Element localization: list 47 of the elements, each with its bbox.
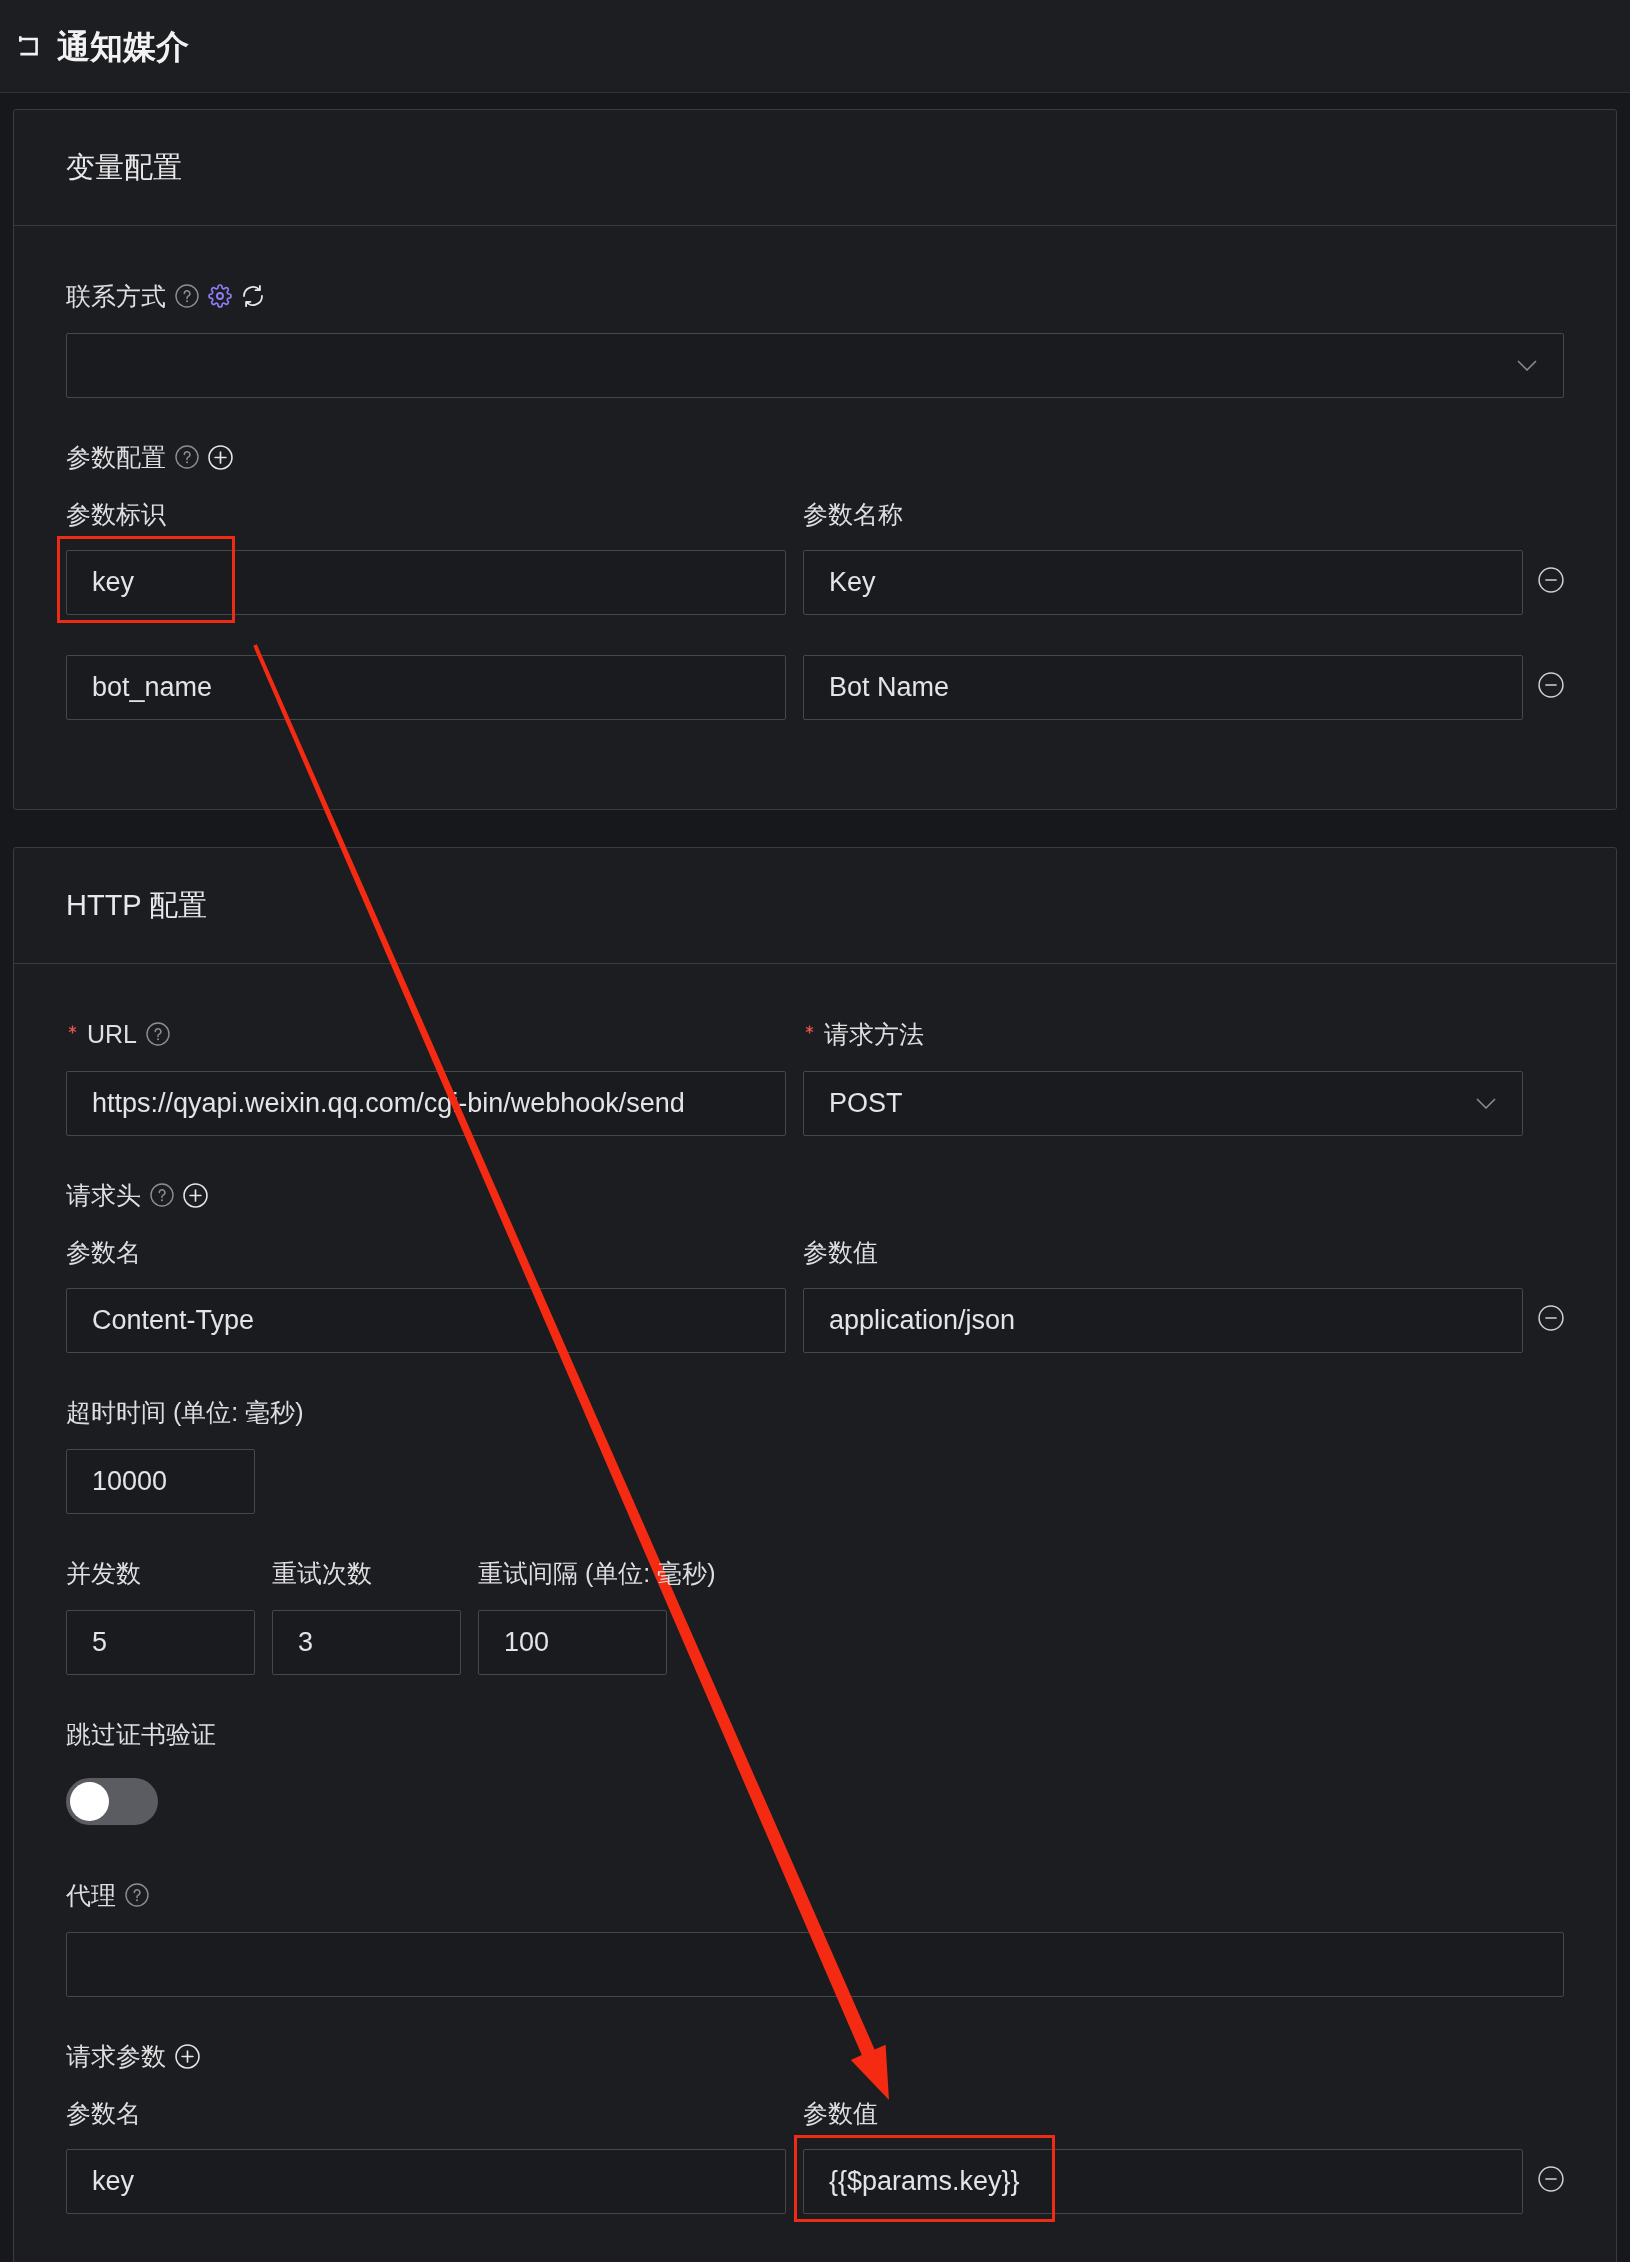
section-title: 变量配置	[66, 153, 182, 182]
field-label: 并发数	[66, 1558, 141, 1588]
field-label: 参数配置	[66, 442, 166, 472]
text-field[interactable]: key	[66, 2149, 786, 2214]
text-field[interactable]: application/json	[803, 1288, 1523, 1353]
text-field[interactable]: bot_name	[66, 655, 786, 720]
add-icon[interactable]	[183, 1182, 208, 1208]
column-label: 参数值	[803, 1237, 879, 1267]
text-field[interactable]: Bot Name	[803, 655, 1523, 720]
field-label: 请求方法	[824, 1019, 924, 1049]
number-field[interactable]: 100	[478, 1610, 667, 1675]
select-field[interactable]: POST	[803, 1071, 1523, 1136]
add-icon[interactable]	[175, 2043, 200, 2069]
field-label: 请求头	[66, 1180, 141, 1210]
section-title: HTTP 配置	[66, 891, 208, 920]
text-field[interactable]	[66, 1932, 1564, 1997]
text-field[interactable]: key	[66, 550, 786, 615]
chevron-down-icon	[1517, 360, 1537, 371]
field-label: 重试次数	[272, 1558, 372, 1588]
remove-icon[interactable]	[1538, 1305, 1564, 1331]
number-field[interactable]: 10000	[66, 1449, 255, 1514]
remove-icon[interactable]	[1538, 2166, 1564, 2192]
column-label: 参数名称	[803, 499, 904, 529]
text-field[interactable]: Content-Type	[66, 1288, 786, 1353]
add-icon[interactable]	[208, 444, 233, 470]
number-field[interactable]: 3	[272, 1610, 461, 1675]
field-label: URL	[87, 1019, 137, 1049]
field-label: 代理	[66, 1880, 116, 1910]
field-label: 请求参数	[66, 2041, 166, 2071]
remove-icon[interactable]	[1538, 672, 1564, 698]
field-label: 超时时间 (单位: 毫秒)	[66, 1397, 304, 1427]
field-label: 联系方式	[66, 281, 166, 311]
select-field[interactable]	[66, 333, 1564, 398]
settings-icon[interactable]	[208, 284, 232, 308]
remove-icon[interactable]	[1538, 567, 1564, 593]
column-label: 参数名	[66, 1237, 142, 1267]
text-field[interactable]: {{$params.key}}	[803, 2149, 1523, 2214]
column-label: 参数名	[66, 2098, 142, 2128]
column-label: 参数值	[803, 2098, 879, 2128]
chevron-down-icon	[1476, 1098, 1496, 1109]
field-label: 跳过证书验证	[66, 1719, 216, 1749]
number-field[interactable]: 5	[66, 1610, 255, 1675]
text-field[interactable]: Key	[803, 550, 1523, 615]
page-title: 通知媒介	[57, 29, 189, 63]
toggle-switch[interactable]	[66, 1778, 158, 1825]
column-label: 参数标识	[66, 499, 167, 529]
refresh-icon[interactable]	[241, 284, 265, 308]
